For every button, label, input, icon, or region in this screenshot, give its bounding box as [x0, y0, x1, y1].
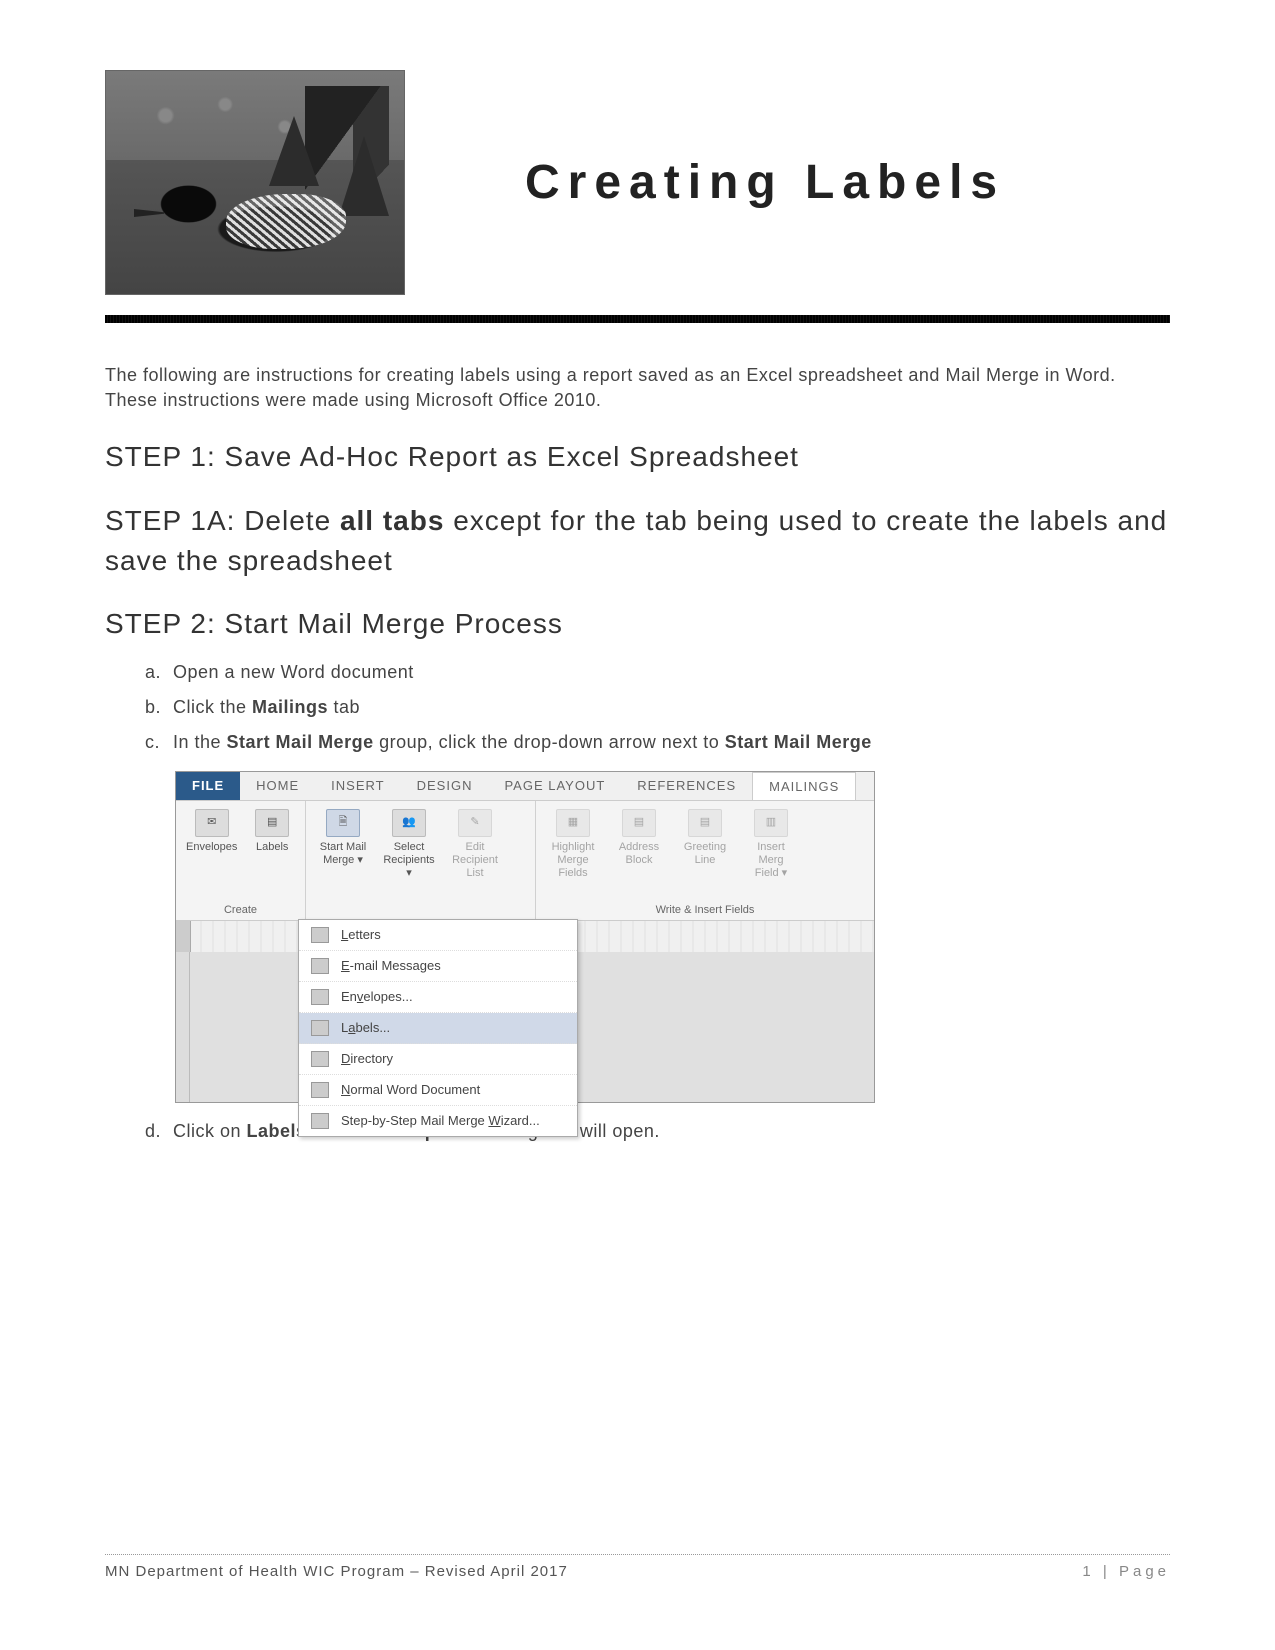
label-icon: ▤	[255, 809, 289, 837]
start-mail-merge-button[interactable]: 🗎Start MailMerge ▾	[316, 809, 370, 881]
document-header: Creating Labels	[105, 70, 1170, 295]
tab-file[interactable]: FILE	[176, 772, 240, 800]
substep-b: b.Click the Mailings tab	[145, 697, 1170, 718]
field-icon: ▥	[754, 809, 788, 837]
people-icon: 👥	[392, 809, 426, 837]
intro-paragraph: The following are instructions for creat…	[105, 363, 1170, 413]
envelopes-button[interactable]: ✉Envelopes	[186, 809, 237, 854]
letter-icon	[311, 927, 329, 943]
tab-references[interactable]: REFERENCES	[621, 772, 752, 800]
page-footer: MN Department of Health WIC Program – Re…	[105, 1554, 1170, 1580]
tab-mailings[interactable]: MAILINGS	[752, 772, 856, 800]
edit-list-icon: ✎	[458, 809, 492, 837]
step-2-substeps-cont: d.Click on Labels. The Label Options dia…	[105, 1121, 1170, 1142]
greeting-icon: ▤	[688, 809, 722, 837]
step-2-substeps: a.Open a new Word document b.Click the M…	[105, 662, 1170, 753]
dropdown-item-normal-doc[interactable]: Normal Word Document	[299, 1075, 577, 1106]
select-recipients-button[interactable]: 👥SelectRecipients ▾	[382, 809, 436, 881]
group-label-write-insert: Write & Insert Fields	[546, 900, 864, 916]
edit-recipient-list-button[interactable]: ✎EditRecipient List	[448, 809, 502, 881]
directory-icon	[311, 1051, 329, 1067]
substep-a: a.Open a new Word document	[145, 662, 1170, 683]
header-illustration	[105, 70, 405, 295]
dropdown-item-wizard[interactable]: Step-by-Step Mail Merge Wizard...	[299, 1106, 577, 1136]
ribbon-group-create: ✉Envelopes ▤Labels Create	[176, 801, 306, 920]
dropdown-item-letters[interactable]: Letters	[299, 920, 577, 951]
tab-design[interactable]: DESIGN	[401, 772, 489, 800]
envelope-icon	[311, 989, 329, 1005]
greeting-line-button[interactable]: ▤GreetingLine	[678, 809, 732, 881]
footer-page-number: 1 | Page	[1082, 1563, 1170, 1580]
word-doc-icon	[311, 1082, 329, 1098]
highlight-merge-fields-button[interactable]: ▦HighlightMerge Fields	[546, 809, 600, 881]
dropdown-item-directory[interactable]: Directory	[299, 1044, 577, 1075]
labels-button[interactable]: ▤Labels	[249, 809, 295, 854]
tab-page-layout[interactable]: PAGE LAYOUT	[488, 772, 621, 800]
step-1a-heading: STEP 1A: Delete all tabs except for the …	[105, 501, 1170, 579]
start-mail-merge-dropdown: Letters E-mail Messages Envelopes... Lab…	[298, 919, 578, 1137]
document-title: Creating Labels	[525, 155, 1005, 210]
wizard-icon	[311, 1113, 329, 1129]
highlight-icon: ▦	[556, 809, 590, 837]
dropdown-item-labels[interactable]: Labels...	[299, 1013, 577, 1044]
group-label-create: Create	[186, 900, 295, 916]
dropdown-item-email[interactable]: E-mail Messages	[299, 951, 577, 982]
email-icon	[311, 958, 329, 974]
step-1a-bold: all tabs	[340, 505, 444, 536]
ribbon-group-start-mail-merge: 🗎Start MailMerge ▾ 👥SelectRecipients ▾ ✎…	[306, 801, 536, 920]
horizontal-rule	[105, 315, 1170, 323]
ribbon-group-write-insert: ▦HighlightMerge Fields ▤AddressBlock ▤Gr…	[536, 801, 874, 920]
word-ribbon-screenshot: FILE HOME INSERT DESIGN PAGE LAYOUT REFE…	[175, 771, 875, 1103]
address-icon: ▤	[622, 809, 656, 837]
dropdown-item-envelopes[interactable]: Envelopes...	[299, 982, 577, 1013]
step-1-heading: STEP 1: Save Ad-Hoc Report as Excel Spre…	[105, 441, 1170, 473]
step-1a-pre: STEP 1A: Delete	[105, 505, 340, 536]
step-2-heading: STEP 2: Start Mail Merge Process	[105, 608, 1170, 640]
tab-home[interactable]: HOME	[240, 772, 315, 800]
ribbon-tabs: FILE HOME INSERT DESIGN PAGE LAYOUT REFE…	[176, 772, 874, 800]
tab-insert[interactable]: INSERT	[315, 772, 400, 800]
address-block-button[interactable]: ▤AddressBlock	[612, 809, 666, 881]
footer-left: MN Department of Health WIC Program – Re…	[105, 1563, 568, 1580]
insert-merge-field-button[interactable]: ▥Insert MergField ▾	[744, 809, 798, 881]
substep-c: c.In the Start Mail Merge group, click t…	[145, 732, 1170, 753]
envelope-icon: ✉	[195, 809, 229, 837]
document-icon: 🗎	[326, 809, 360, 837]
label-icon	[311, 1020, 329, 1036]
